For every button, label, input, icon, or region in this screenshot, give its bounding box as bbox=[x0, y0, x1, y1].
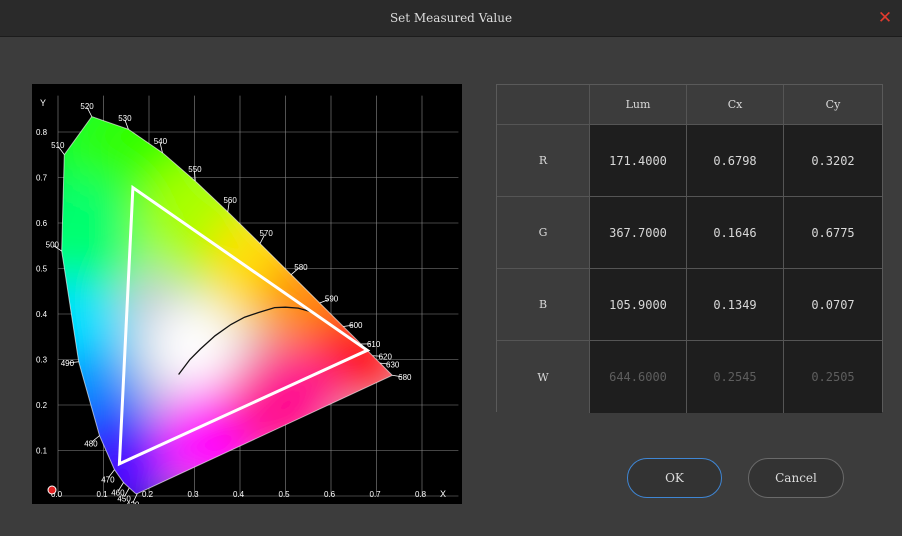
row-label-b: B bbox=[497, 269, 590, 341]
y-tick-label: 0.4 bbox=[36, 310, 48, 319]
wavelength-label: 600 bbox=[349, 321, 363, 330]
y-tick-label: 0.5 bbox=[36, 265, 48, 274]
table-row: W 644.6000 0.2545 0.2505 bbox=[497, 341, 882, 413]
wavelength-label: 490 bbox=[61, 359, 75, 368]
table-header-row: Lum Cx Cy bbox=[497, 85, 882, 125]
row-label-g: G bbox=[497, 197, 590, 269]
w-lum-value: 644.6000 bbox=[590, 341, 687, 413]
row-label-r: R bbox=[497, 125, 590, 197]
cancel-button[interactable]: Cancel bbox=[748, 458, 844, 498]
x-tick-label: 0.1 bbox=[97, 490, 109, 499]
wavelength-label: 510 bbox=[51, 141, 65, 150]
wavelength-label: 630 bbox=[386, 360, 400, 369]
wavelength-label: 530 bbox=[118, 114, 132, 123]
y-axis-label: Y bbox=[40, 98, 46, 108]
r-cx-input[interactable]: 0.6798 bbox=[687, 125, 784, 197]
y-tick-label: 0.1 bbox=[36, 447, 48, 456]
x-tick-label: 0.5 bbox=[279, 490, 291, 499]
table-row: B 105.9000 0.1349 0.0707 bbox=[497, 269, 882, 341]
y-tick-label: 0.7 bbox=[36, 174, 48, 183]
w-cy-value: 0.2505 bbox=[784, 341, 882, 413]
y-tick-label: 0.3 bbox=[36, 356, 48, 365]
wavelength-label: 680 bbox=[398, 373, 412, 382]
origin-marker bbox=[47, 485, 57, 495]
close-icon[interactable]: ✕ bbox=[876, 9, 894, 27]
b-cx-input[interactable]: 0.1349 bbox=[687, 269, 784, 341]
wavelength-label: 550 bbox=[188, 165, 202, 174]
b-lum-input[interactable]: 105.9000 bbox=[590, 269, 687, 341]
x-tick-label: 0.8 bbox=[415, 490, 427, 499]
b-cy-input[interactable]: 0.0707 bbox=[784, 269, 882, 341]
header-cx: Cx bbox=[687, 85, 784, 125]
w-cx-value: 0.2545 bbox=[687, 341, 784, 413]
wavelength-label: 540 bbox=[154, 137, 168, 146]
g-cy-input[interactable]: 0.6775 bbox=[784, 197, 882, 269]
g-lum-input[interactable]: 367.7000 bbox=[590, 197, 687, 269]
wavelength-label: 480 bbox=[84, 439, 98, 448]
ok-button[interactable]: OK bbox=[627, 458, 722, 498]
wavelength-label: 520 bbox=[80, 102, 94, 111]
wavelength-label: 460 bbox=[111, 489, 125, 498]
header-lum: Lum bbox=[590, 85, 687, 125]
wavelength-label: 470 bbox=[101, 475, 115, 484]
y-tick-label: 0.6 bbox=[36, 219, 48, 228]
window-title: Set Measured Value bbox=[389, 11, 513, 25]
table-row: R 171.4000 0.6798 0.3202 bbox=[497, 125, 882, 197]
title-bar: Set Measured Value ✕ bbox=[0, 0, 902, 37]
x-tick-label: 0.2 bbox=[142, 490, 154, 499]
wavelength-label: 580 bbox=[294, 263, 308, 272]
x-tick-label: 0.7 bbox=[370, 490, 382, 499]
y-tick-label: 0.8 bbox=[36, 128, 48, 137]
r-cy-input[interactable]: 0.3202 bbox=[784, 125, 882, 197]
wavelength-label: 610 bbox=[367, 340, 381, 349]
header-cy: Cy bbox=[784, 85, 882, 125]
wavelength-label: 560 bbox=[223, 196, 237, 205]
r-lum-input[interactable]: 171.4000 bbox=[590, 125, 687, 197]
row-label-w: W bbox=[497, 341, 590, 413]
x-tick-label: 0.3 bbox=[188, 490, 200, 499]
g-cx-input[interactable]: 0.1646 bbox=[687, 197, 784, 269]
x-tick-label: 0.4 bbox=[233, 490, 245, 499]
table-row: G 367.7000 0.1646 0.6775 bbox=[497, 197, 882, 269]
cie-chromaticity-chart: 4204504604704804905005105205305405505605… bbox=[32, 84, 462, 504]
wavelength-label: 570 bbox=[259, 229, 273, 238]
header-corner bbox=[497, 85, 590, 125]
x-axis-label: X bbox=[440, 489, 446, 499]
y-tick-label: 0.2 bbox=[36, 401, 48, 410]
x-tick-label: 0.6 bbox=[324, 490, 336, 499]
measured-values-table: Lum Cx Cy R 171.4000 0.6798 0.3202 G 367… bbox=[496, 84, 883, 413]
wavelength-label: 500 bbox=[46, 241, 60, 250]
wavelength-label: 590 bbox=[325, 295, 339, 304]
